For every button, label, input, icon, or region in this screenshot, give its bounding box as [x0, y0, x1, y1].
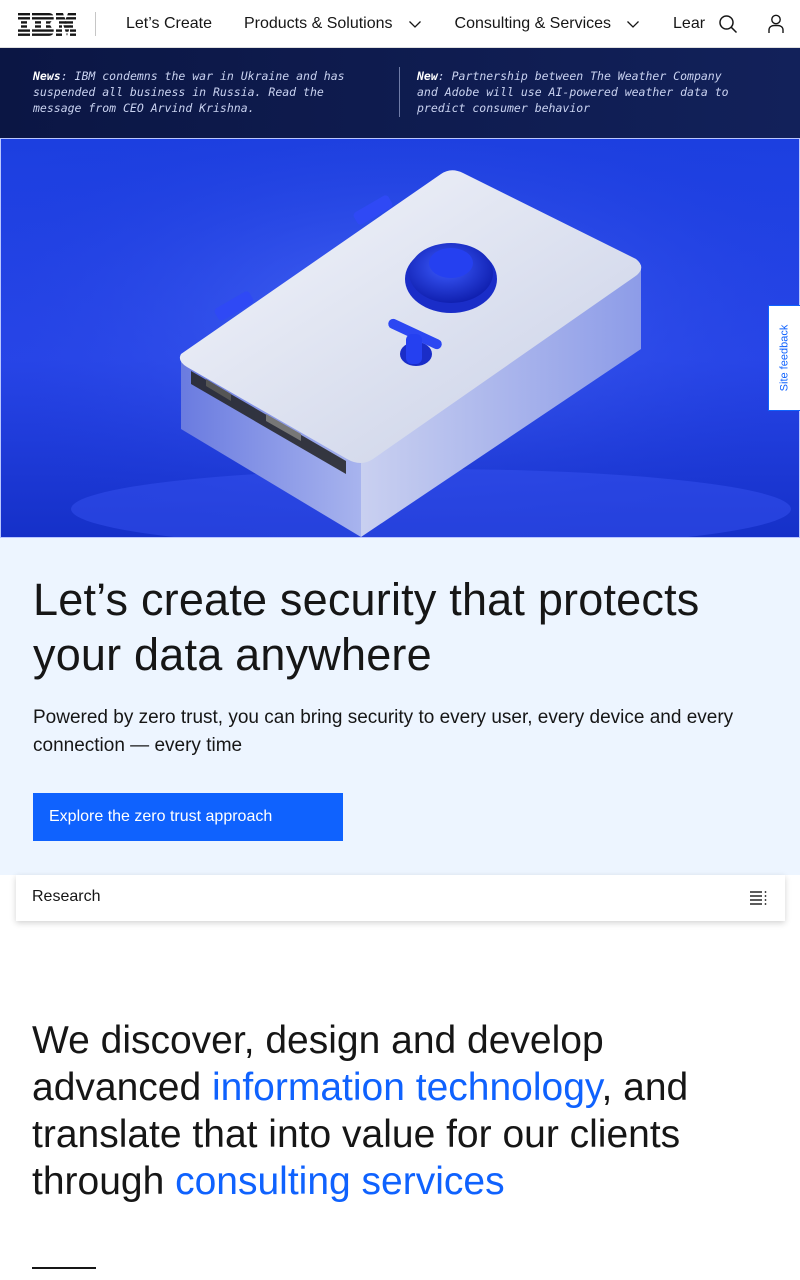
news-item-ukraine[interactable]: News: IBM condemns the war in Ukraine an…	[33, 68, 378, 116]
cta-label: Explore the zero trust approach	[49, 808, 273, 825]
nav-item-products-solutions[interactable]: Products & Solutions	[228, 0, 439, 48]
search-button[interactable]	[716, 12, 740, 36]
masthead: Let’s Create Products & Solutions Consul…	[0, 0, 800, 48]
nav-item-label: Learn	[673, 15, 706, 32]
toc-label: Research	[32, 888, 101, 905]
list-menu-icon[interactable]	[749, 889, 767, 907]
news-text: : IBM condemns the war in Ukraine and ha…	[33, 69, 345, 115]
nav-item-label: Products & Solutions	[243, 15, 393, 32]
lead-title: Let’s create security that protects your…	[33, 574, 700, 680]
site-feedback-tab[interactable]: Site feedback	[768, 305, 800, 411]
lead-description: Powered by zero trust, you can bring sec…	[33, 707, 734, 756]
user-profile-button[interactable]	[764, 12, 788, 36]
ibm-logo[interactable]	[18, 13, 76, 36]
nav-item-consulting-services[interactable]: Consulting & Services	[439, 0, 658, 48]
nav-item-label: Consulting & Services	[454, 15, 612, 32]
section-divider	[32, 1267, 96, 1269]
news-tag: News	[33, 69, 61, 83]
lead-space: Let’s create security that protects your…	[0, 538, 800, 875]
explore-zero-trust-button[interactable]: Explore the zero trust approach	[33, 793, 343, 841]
nav-item-lets-create[interactable]: Let’s Create	[110, 0, 228, 48]
news-banner: News: IBM condemns the war in Ukraine an…	[0, 48, 800, 138]
user-icon	[768, 14, 784, 33]
table-of-contents-bar[interactable]: Research	[16, 875, 785, 921]
news-tag: New	[417, 69, 438, 83]
chevron-down-icon	[627, 21, 639, 28]
hero-image-safe	[0, 138, 800, 538]
chevron-down-icon	[408, 21, 421, 28]
search-icon	[719, 15, 738, 34]
nav-item-label: Let’s Create	[126, 15, 212, 32]
nav-item-learn[interactable]: Learn	[657, 0, 706, 48]
news-text: : Partnership between The Weather Compan…	[417, 69, 729, 115]
main-nav: Let’s Create Products & Solutions Consul…	[110, 0, 706, 48]
news-divider	[399, 67, 400, 117]
site-feedback-label: Site feedback	[778, 324, 791, 392]
news-item-weather-adobe[interactable]: New: Partnership between The Weather Com…	[417, 68, 747, 116]
masthead-divider	[95, 12, 96, 36]
consulting-services-link[interactable]: consulting services	[175, 1160, 504, 1203]
research-statement: We discover, design and develop advanced…	[32, 1017, 772, 1205]
safe-illustration	[1, 139, 799, 537]
information-technology-link[interactable]: information technology	[212, 1066, 602, 1109]
